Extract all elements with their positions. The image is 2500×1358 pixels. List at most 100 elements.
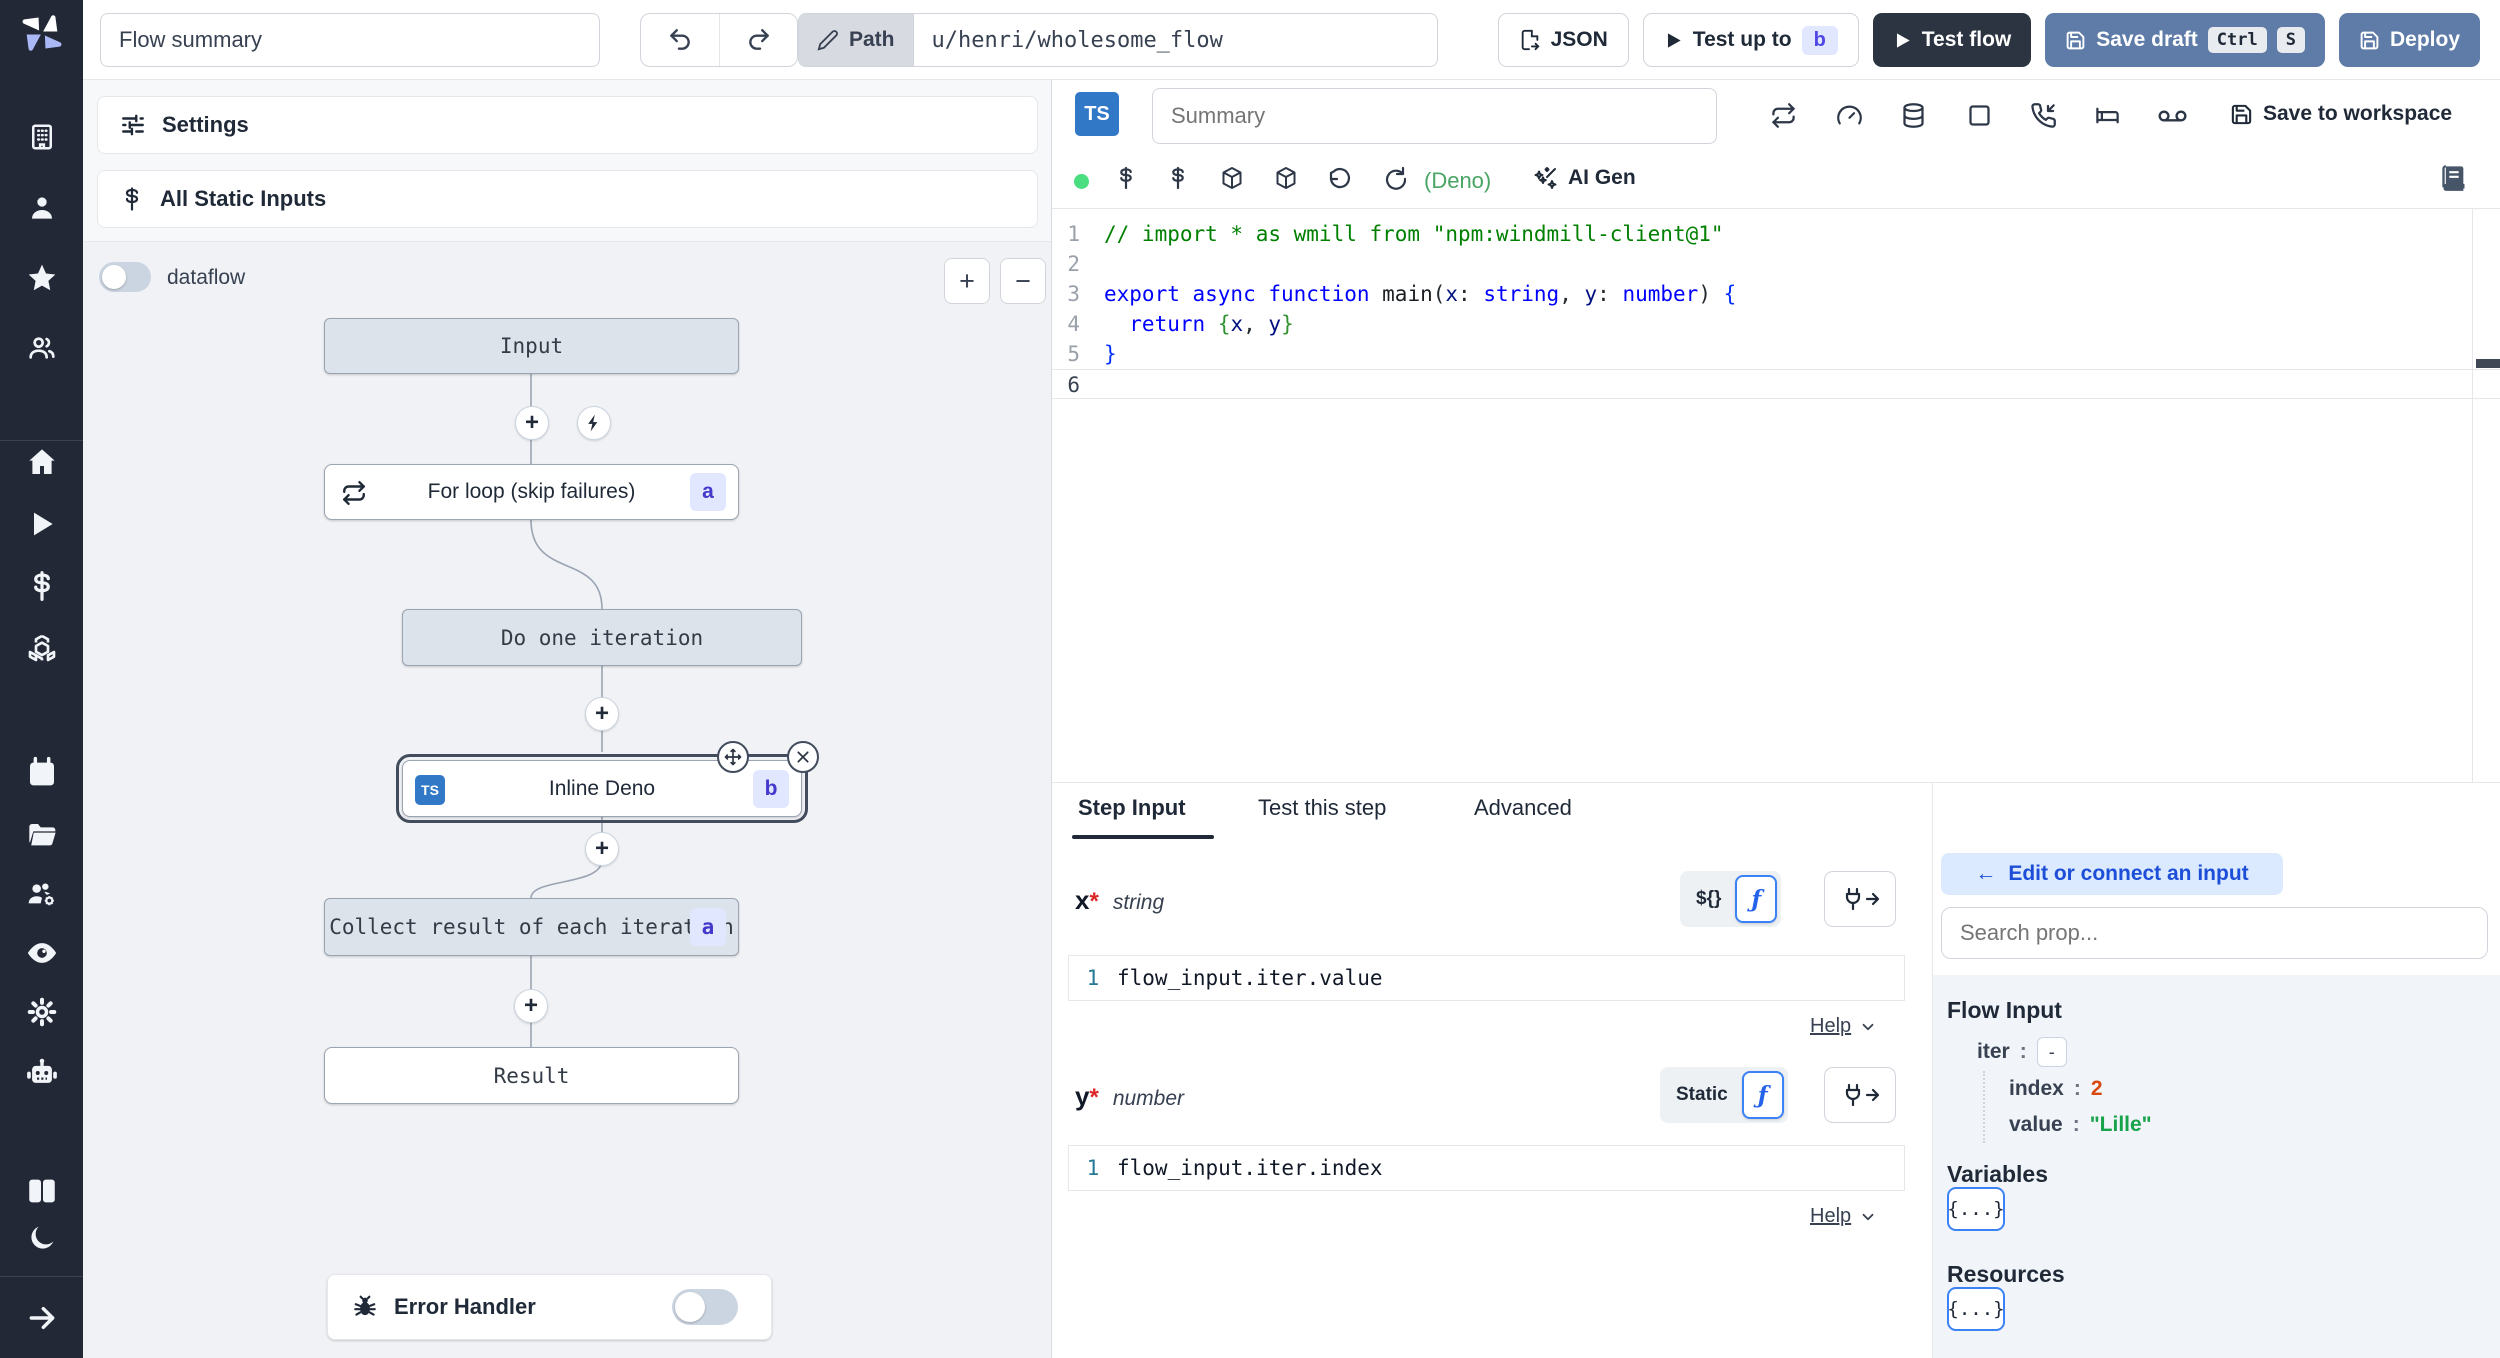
eye-icon[interactable] <box>0 936 83 970</box>
static-mode-option[interactable]: Static <box>1664 1084 1740 1106</box>
kbd-ctrl: Ctrl <box>2207 27 2267 53</box>
ai-gen-button[interactable]: AI Gen <box>1534 166 1636 190</box>
field-y-connect-button[interactable] <box>1824 1067 1896 1123</box>
tree-row-index[interactable]: index : 2 <box>2009 1077 2103 1101</box>
robot-icon[interactable] <box>0 1056 83 1090</box>
path-chip[interactable]: Path <box>798 13 913 67</box>
trigger-button[interactable] <box>577 406 611 440</box>
javascript-mode-option[interactable]: ƒ <box>1741 1071 1784 1119</box>
gauge-icon[interactable] <box>1836 102 1863 129</box>
suspend-phone-icon[interactable] <box>2030 102 2057 129</box>
resources-expand-button[interactable]: {...} <box>1947 1287 2005 1331</box>
template-mode-option[interactable]: ${} <box>1684 888 1733 910</box>
package-icon[interactable] <box>1220 166 1244 190</box>
moon-icon[interactable] <box>0 1222 83 1254</box>
path-input[interactable] <box>912 13 1438 67</box>
tab-advanced[interactable]: Advanced <box>1474 795 1572 821</box>
minimap-divider <box>2472 209 2473 784</box>
field-y-help-link[interactable]: Help <box>1810 1205 1877 1228</box>
error-handler-card[interactable]: Error Handler <box>327 1274 772 1340</box>
field-y-expression-editor[interactable]: 1 flow_input.iter.index <box>1068 1145 1905 1191</box>
redo-button[interactable] <box>719 14 797 66</box>
tab-test-this-step[interactable]: Test this step <box>1258 795 1386 821</box>
add-step-button[interactable]: + <box>514 989 548 1023</box>
tree-row-iter[interactable]: iter : - <box>1977 1037 2067 1067</box>
expand-icon[interactable] <box>0 1302 83 1334</box>
error-handler-toggle[interactable] <box>671 1289 738 1325</box>
node-iteration[interactable]: Do one iteration <box>402 609 802 666</box>
reload-icon[interactable] <box>1382 166 1406 190</box>
gear-icon[interactable] <box>0 996 83 1028</box>
mock-voicemail-icon[interactable] <box>2158 106 2187 126</box>
search-prop-input[interactable] <box>1941 907 2488 959</box>
node-result[interactable]: Result <box>324 1047 739 1104</box>
field-y-expression: flow_input.iter.index <box>1117 1156 1383 1180</box>
line-number: 1 <box>1086 1156 1100 1180</box>
flow-summary-input[interactable] <box>100 13 600 67</box>
calendar-icon[interactable] <box>0 756 83 788</box>
tab-step-input[interactable]: Step Input <box>1078 795 1186 821</box>
boxes-icon[interactable] <box>0 632 83 664</box>
retries-icon[interactable] <box>1770 102 1797 129</box>
field-y-mode-toggle: Static ƒ <box>1660 1067 1788 1123</box>
test-up-to-step-badge[interactable]: b <box>1801 25 1838 55</box>
library-icon[interactable] <box>2440 164 2468 192</box>
step-summary-input[interactable] <box>1152 88 1717 144</box>
delete-step-button[interactable] <box>787 741 819 773</box>
code-editor[interactable]: 1 // import * as wmill from "npm:windmill… <box>1052 208 2500 784</box>
code-line[interactable]: 5} <box>1052 339 2500 369</box>
code-line[interactable]: 6 <box>1052 369 2500 399</box>
dollar-small-icon[interactable] <box>1166 166 1190 190</box>
package-icon[interactable] <box>1274 166 1298 190</box>
collapse-iter-button[interactable]: - <box>2036 1037 2067 1067</box>
book-icon[interactable] <box>0 1174 83 1208</box>
user-icon[interactable] <box>0 192 83 224</box>
field-x-expression-editor[interactable]: 1 flow_input.iter.value <box>1068 955 1905 1001</box>
code-line[interactable]: 2 <box>1052 249 2500 279</box>
javascript-mode-option[interactable]: ƒ <box>1735 875 1778 923</box>
undo-button[interactable] <box>641 14 719 66</box>
home-icon[interactable] <box>0 446 83 478</box>
scroll-position-marker[interactable] <box>2476 359 2500 368</box>
add-step-button[interactable]: + <box>585 697 619 731</box>
folder-icon[interactable] <box>0 818 83 850</box>
field-x-help-link[interactable]: Help <box>1810 1015 1877 1038</box>
edit-or-connect-button[interactable]: ← Edit or connect an input <box>1941 853 2283 895</box>
windmill-logo[interactable] <box>0 10 83 56</box>
json-button[interactable]: JSON <box>1497 13 1629 67</box>
sleep-bed-icon[interactable] <box>2094 102 2121 129</box>
deploy-button[interactable]: Deploy <box>2338 13 2480 67</box>
dollar-small-icon[interactable] <box>1114 166 1138 190</box>
code-line[interactable]: 3 export async function main(x: string, y… <box>1052 279 2500 309</box>
tree-row-value[interactable]: value : "Lille" <box>2009 1113 2152 1137</box>
line-number: 1 <box>1086 966 1100 990</box>
code-line-content: } <box>1104 342 1117 366</box>
node-forloop[interactable]: For loop (skip failures) a <box>324 464 739 520</box>
field-x-connect-button[interactable] <box>1824 871 1896 927</box>
stop-square-icon[interactable] <box>1966 102 1993 129</box>
add-step-button[interactable]: + <box>515 406 549 440</box>
runtime-label[interactable]: (Deno) <box>1424 168 1491 194</box>
building-icon[interactable] <box>0 122 83 152</box>
user-cog-icon[interactable] <box>0 878 83 910</box>
code-line[interactable]: 1 // import * as wmill from "npm:windmill… <box>1052 219 2500 249</box>
test-flow-button[interactable]: Test flow <box>1872 13 2032 67</box>
save-to-workspace-button[interactable]: Save to workspace <box>2230 102 2452 126</box>
add-step-button[interactable]: + <box>585 832 619 866</box>
move-step-button[interactable] <box>717 741 749 773</box>
sidebar-divider <box>0 440 83 441</box>
star-icon[interactable] <box>0 262 83 294</box>
save-draft-button[interactable]: Save draft Ctrl S <box>2045 13 2325 67</box>
node-inline-deno[interactable]: TS Inline Deno b <box>396 741 819 823</box>
cache-database-icon[interactable] <box>1900 102 1927 129</box>
code-line-number: 3 <box>1067 282 1080 306</box>
user-group-icon[interactable] <box>0 332 83 364</box>
node-input[interactable]: Input <box>324 318 739 374</box>
reset-icon[interactable] <box>1328 166 1352 190</box>
variables-expand-button[interactable]: {...} <box>1947 1187 2005 1231</box>
test-up-to-button[interactable]: Test up to b <box>1642 13 1859 67</box>
play-icon[interactable] <box>0 508 83 540</box>
dollar-icon[interactable] <box>0 570 83 602</box>
node-collect[interactable]: Collect result of each iteration a <box>324 898 739 956</box>
code-line[interactable]: 4 return {x, y} <box>1052 309 2500 339</box>
